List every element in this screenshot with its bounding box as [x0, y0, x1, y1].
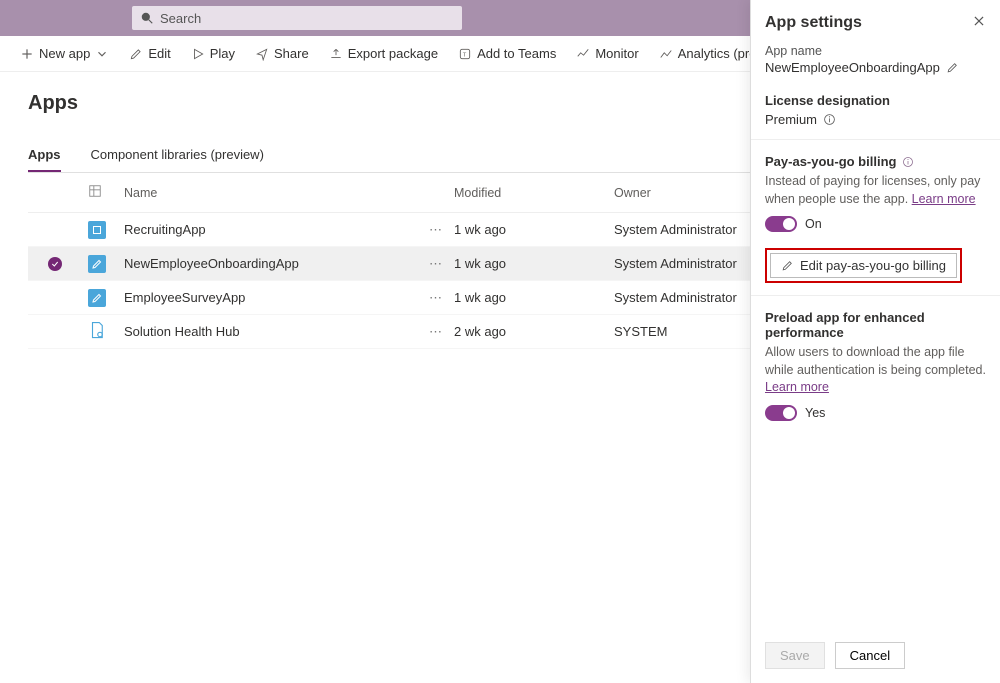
- search-placeholder: Search: [160, 11, 201, 26]
- col-name[interactable]: Name: [124, 186, 454, 200]
- export-icon: [329, 47, 343, 61]
- teams-icon: T: [458, 47, 472, 61]
- tab-apps[interactable]: Apps: [28, 139, 61, 172]
- appname-value: NewEmployeeOnboardingApp: [765, 60, 940, 75]
- more-icon[interactable]: ⋯: [429, 222, 442, 238]
- edit-button[interactable]: Edit: [121, 42, 178, 65]
- learn-more-link[interactable]: Learn more: [912, 192, 976, 206]
- add-to-teams-button[interactable]: T Add to Teams: [450, 42, 564, 65]
- pencil-icon: [129, 47, 143, 61]
- more-icon[interactable]: ⋯: [429, 324, 442, 340]
- new-app-button[interactable]: New app: [12, 42, 117, 65]
- preload-toggle[interactable]: Yes: [765, 405, 986, 421]
- preload-desc-text: Allow users to download the app file whi…: [765, 345, 986, 377]
- new-app-label: New app: [39, 46, 90, 61]
- payg-desc: Instead of paying for licenses, only pay…: [765, 173, 986, 208]
- chevron-down-icon: [95, 47, 109, 61]
- share-label: Share: [274, 46, 309, 61]
- monitor-button[interactable]: Monitor: [568, 42, 646, 65]
- analytics-icon: [659, 47, 673, 61]
- edit-payg-button[interactable]: Edit pay-as-you-go billing: [770, 253, 957, 278]
- payg-heading: Pay-as-you-go billing: [765, 154, 986, 169]
- payg-toggle[interactable]: On: [765, 216, 986, 232]
- app-owner: System Administrator: [614, 222, 754, 237]
- app-name: NewEmployeeOnboardingApp: [124, 256, 299, 271]
- license-heading: License designation: [765, 93, 986, 108]
- more-icon[interactable]: ⋯: [429, 290, 442, 306]
- play-label: Play: [210, 46, 235, 61]
- list-view-icon[interactable]: [88, 184, 102, 198]
- toggle-switch-icon: [765, 405, 797, 421]
- add-to-teams-label: Add to Teams: [477, 46, 556, 61]
- edit-label: Edit: [148, 46, 170, 61]
- app-owner: SYSTEM: [614, 324, 754, 339]
- app-name: EmployeeSurveyApp: [124, 290, 245, 305]
- plus-icon: [20, 47, 34, 61]
- app-name: Solution Health Hub: [124, 324, 240, 339]
- tab-component-libraries[interactable]: Component libraries (preview): [91, 139, 264, 172]
- pencil-icon: [781, 259, 794, 272]
- cancel-button[interactable]: Cancel: [835, 642, 905, 669]
- search-input[interactable]: Search: [132, 6, 462, 30]
- app-modified: 1 wk ago: [454, 256, 614, 271]
- edit-payg-highlight: Edit pay-as-you-go billing: [765, 248, 962, 283]
- panel-title: App settings: [765, 14, 862, 32]
- export-label: Export package: [348, 46, 438, 61]
- more-icon[interactable]: ⋯: [429, 256, 442, 272]
- app-name: RecruitingApp: [124, 222, 206, 237]
- app-owner: System Administrator: [614, 256, 754, 271]
- app-owner: System Administrator: [614, 290, 754, 305]
- col-owner[interactable]: Owner: [614, 186, 754, 200]
- search-icon: [140, 11, 154, 25]
- file-icon: [88, 321, 124, 342]
- play-icon: [191, 47, 205, 61]
- app-icon: [88, 255, 106, 273]
- save-button: Save: [765, 642, 825, 669]
- app-icon: [88, 289, 106, 307]
- close-button[interactable]: [972, 14, 986, 31]
- pencil-icon[interactable]: [946, 61, 959, 74]
- svg-text:T: T: [463, 52, 467, 58]
- app-modified: 2 wk ago: [454, 324, 614, 339]
- license-value: Premium: [765, 112, 817, 127]
- panel-footer: Save Cancel: [751, 628, 1000, 683]
- edit-payg-label: Edit pay-as-you-go billing: [800, 258, 946, 273]
- app-icon: [88, 221, 106, 239]
- toggle-switch-icon: [765, 216, 797, 232]
- appname-label: App name: [765, 44, 986, 58]
- share-button[interactable]: Share: [247, 42, 317, 65]
- preload-heading: Preload app for enhanced performance: [765, 310, 986, 340]
- payg-heading-text: Pay-as-you-go billing: [765, 154, 896, 169]
- toggle-on-label: On: [805, 217, 822, 231]
- selected-check-icon: [48, 257, 62, 271]
- play-button[interactable]: Play: [183, 42, 243, 65]
- export-button[interactable]: Export package: [321, 42, 446, 65]
- app-modified: 1 wk ago: [454, 290, 614, 305]
- app-modified: 1 wk ago: [454, 222, 614, 237]
- monitor-icon: [576, 47, 590, 61]
- toggle-yes-label: Yes: [805, 406, 825, 420]
- learn-more-link[interactable]: Learn more: [765, 380, 829, 394]
- info-icon[interactable]: [902, 156, 914, 168]
- col-modified[interactable]: Modified: [454, 186, 614, 200]
- share-icon: [255, 47, 269, 61]
- preload-desc: Allow users to download the app file whi…: [765, 344, 986, 397]
- close-icon: [972, 14, 986, 28]
- info-icon[interactable]: [823, 113, 836, 126]
- app-settings-panel: App settings App name NewEmployeeOnboard…: [750, 0, 1000, 683]
- monitor-label: Monitor: [595, 46, 638, 61]
